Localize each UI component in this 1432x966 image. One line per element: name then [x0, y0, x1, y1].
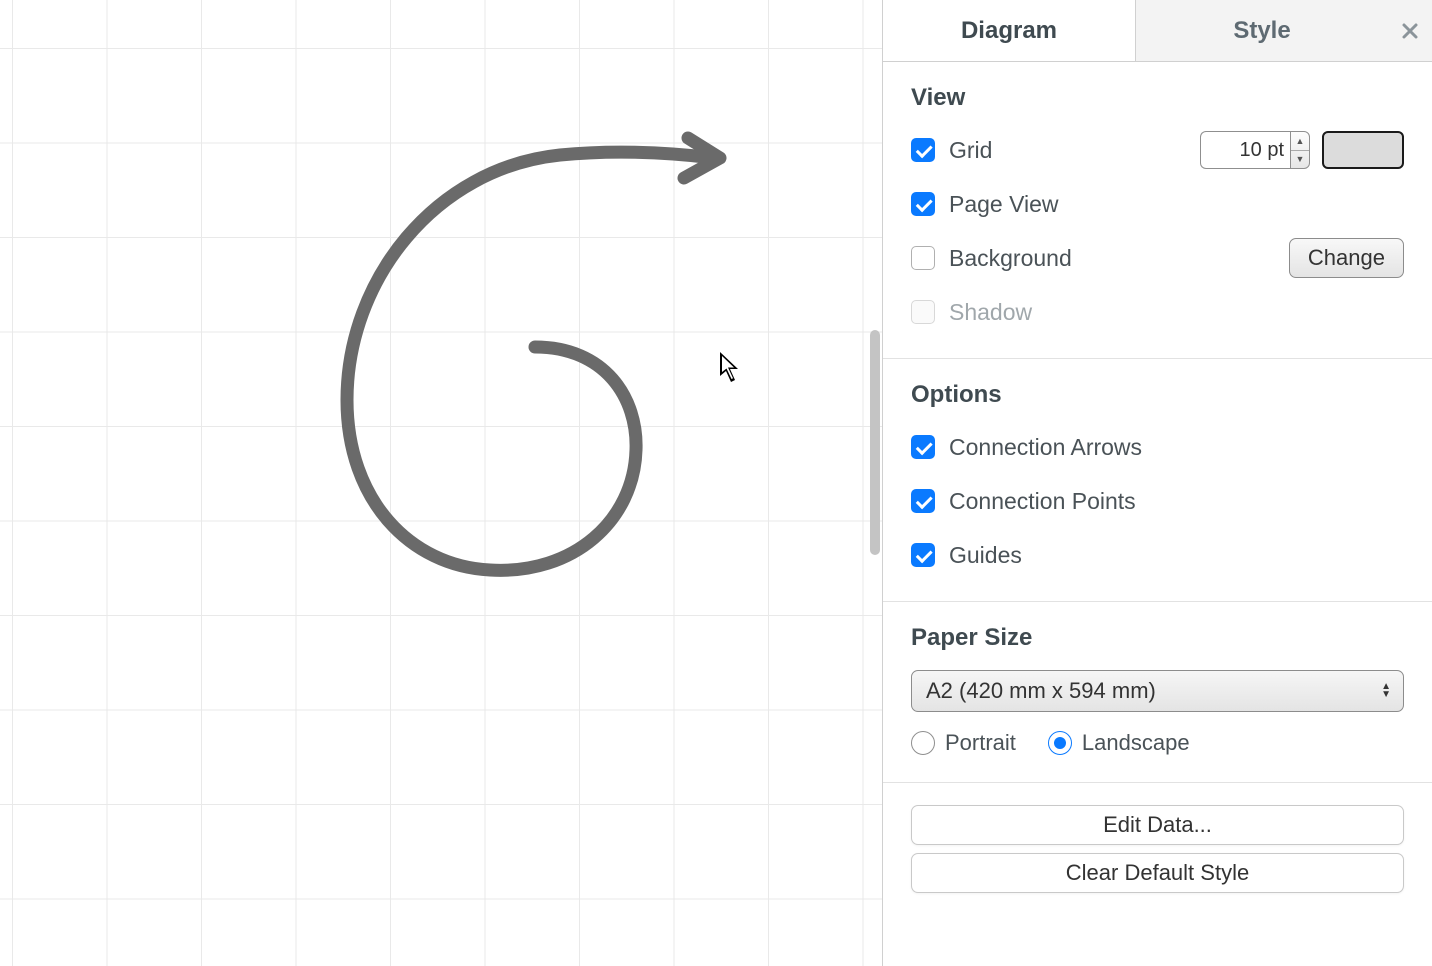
background-row: Background Change — [911, 238, 1404, 278]
grid-checkbox[interactable] — [911, 138, 935, 162]
sidebar-tabs: Diagram Style — [883, 0, 1432, 62]
view-section: View Grid ▲ ▼ Page View — [883, 62, 1432, 359]
landscape-radio[interactable] — [1048, 731, 1072, 755]
grid-size-field: ▲ ▼ — [1200, 131, 1310, 169]
connection-points-checkbox[interactable] — [911, 489, 935, 513]
freehand-arrow-shape[interactable] — [0, 0, 882, 700]
select-arrows-icon: ▲▼ — [1381, 683, 1391, 699]
change-background-button[interactable]: Change — [1289, 238, 1404, 278]
clear-default-style-button[interactable]: Clear Default Style — [911, 853, 1404, 893]
shadow-checkbox[interactable] — [911, 300, 935, 324]
page-view-label: Page View — [949, 191, 1059, 218]
grid-row: Grid ▲ ▼ — [911, 130, 1404, 170]
guides-row: Guides — [911, 535, 1404, 575]
page-view-checkbox[interactable] — [911, 192, 935, 216]
grid-label: Grid — [949, 137, 992, 164]
orientation-radio-group: Portrait Landscape — [911, 730, 1404, 756]
stepper-down-icon[interactable]: ▼ — [1291, 151, 1309, 169]
paper-size-section: Paper Size A2 (420 mm x 594 mm) ▲▼ Portr… — [883, 602, 1432, 783]
connection-arrows-label: Connection Arrows — [949, 434, 1142, 461]
options-title: Options — [911, 381, 1404, 409]
diagram-canvas[interactable] — [0, 0, 882, 966]
portrait-radio[interactable] — [911, 731, 935, 755]
landscape-option[interactable]: Landscape — [1048, 730, 1190, 756]
grid-size-stepper[interactable]: ▲ ▼ — [1290, 131, 1310, 169]
portrait-label: Portrait — [945, 730, 1016, 756]
bottom-buttons-section: Edit Data... Clear Default Style — [883, 783, 1432, 923]
connection-arrows-row: Connection Arrows — [911, 427, 1404, 467]
connection-points-row: Connection Points — [911, 481, 1404, 521]
close-icon — [1401, 22, 1419, 40]
connection-points-label: Connection Points — [949, 488, 1136, 515]
tab-style[interactable]: Style — [1136, 0, 1388, 61]
stepper-up-icon[interactable]: ▲ — [1291, 132, 1309, 151]
paper-size-value: A2 (420 mm x 594 mm) — [926, 678, 1156, 704]
background-label: Background — [949, 245, 1072, 272]
landscape-label: Landscape — [1082, 730, 1190, 756]
page-view-row: Page View — [911, 184, 1404, 224]
scrollbar-thumb[interactable] — [870, 330, 880, 555]
guides-label: Guides — [949, 542, 1022, 569]
grid-size-input[interactable] — [1200, 131, 1290, 169]
paper-size-select[interactable]: A2 (420 mm x 594 mm) ▲▼ — [911, 670, 1404, 712]
shadow-label: Shadow — [949, 299, 1032, 326]
tab-diagram[interactable]: Diagram — [883, 0, 1136, 61]
options-section: Options Connection Arrows Connection Poi… — [883, 359, 1432, 602]
format-sidebar: Diagram Style View Grid ▲ ▼ — [882, 0, 1432, 966]
connection-arrows-checkbox[interactable] — [911, 435, 935, 459]
portrait-option[interactable]: Portrait — [911, 730, 1016, 756]
close-sidebar-button[interactable] — [1388, 0, 1432, 61]
background-checkbox[interactable] — [911, 246, 935, 270]
grid-color-swatch[interactable] — [1322, 131, 1404, 169]
paper-size-title: Paper Size — [911, 624, 1404, 652]
canvas-vertical-scrollbar[interactable] — [868, 0, 882, 966]
edit-data-button[interactable]: Edit Data... — [911, 805, 1404, 845]
mouse-cursor-icon — [720, 352, 744, 384]
guides-checkbox[interactable] — [911, 543, 935, 567]
view-title: View — [911, 84, 1404, 112]
shadow-row: Shadow — [911, 292, 1404, 332]
